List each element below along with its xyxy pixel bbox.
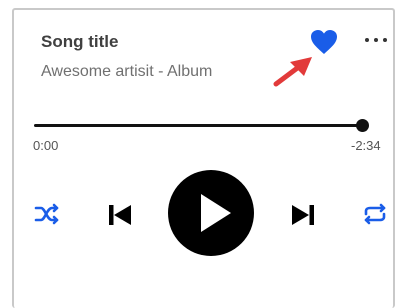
play-button[interactable] [168, 170, 254, 256]
remaining-time: -2:34 [351, 138, 381, 153]
skip-previous-icon[interactable] [105, 201, 135, 229]
ellipsis-icon[interactable] [363, 30, 389, 50]
elapsed-time: 0:00 [33, 138, 59, 153]
progress-track[interactable] [34, 124, 364, 127]
play-icon [201, 194, 231, 232]
song-title: Song title [41, 32, 119, 51]
red-arrow-icon [273, 57, 312, 87]
progress-knob[interactable] [355, 119, 369, 132]
repeat-icon[interactable] [361, 200, 389, 228]
song-subtitle: Awesome artisit - Album [41, 63, 213, 80]
shuffle-icon[interactable] [33, 200, 61, 228]
skip-next-icon[interactable] [288, 201, 318, 229]
